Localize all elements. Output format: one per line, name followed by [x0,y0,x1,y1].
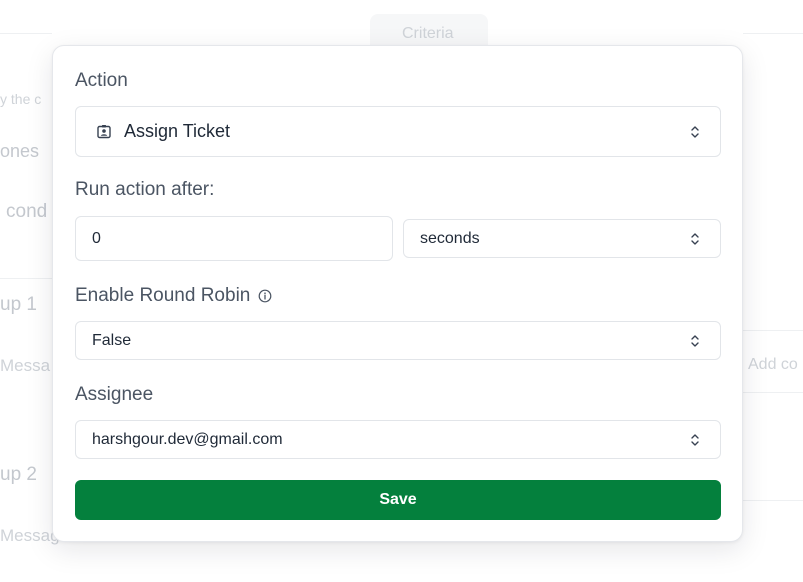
run-after-amount-input[interactable]: 0 [75,216,393,261]
action-select-value: Assign Ticket [124,121,231,141]
run-after-amount-value: 0 [92,229,101,247]
round-robin-select[interactable]: False [75,321,721,360]
criteria-tab-text: Criteria [402,25,454,42]
run-after-label-text: Run action after: [75,179,215,200]
bg-group-1: up 1 [0,294,37,315]
bg-group-2: up 2 [0,464,37,485]
chevron-up-down-icon [690,125,700,139]
run-after-label: Run action after: [75,179,214,201]
bg-add-condition: Add co [748,356,798,373]
assignee-label-text: Assignee [75,384,154,405]
round-robin-value: False [92,331,132,349]
bg-fragment-line3: cond [6,201,48,222]
action-label-text: Action [75,70,128,91]
action-modal: Action Assign Ticket Run action after: 0… [52,45,743,542]
save-button[interactable]: Save [75,480,721,520]
bg-message-2: Messag [0,526,60,545]
info-icon[interactable] [258,289,272,303]
assignee-select[interactable]: harshgour.dev@gmail.com [75,420,721,459]
contact-card-icon [96,124,112,140]
chevron-up-down-icon [690,334,700,348]
bg-message-1: Messa [0,356,51,375]
bg-fragment-line1: y the c [0,91,42,107]
action-label: Action [75,70,128,92]
chevron-up-down-icon [690,433,700,447]
round-robin-label: Enable Round Robin [75,285,272,307]
chevron-up-down-icon [690,232,700,246]
action-select[interactable]: Assign Ticket [75,106,721,157]
round-robin-label-text: Enable Round Robin [75,285,251,306]
assignee-value: harshgour.dev@gmail.com [92,430,283,448]
bg-fragment-line2: ones [0,141,40,161]
run-after-unit-value: seconds [420,229,480,247]
assignee-label: Assignee [75,384,153,406]
run-after-unit-select[interactable]: seconds [403,219,721,258]
